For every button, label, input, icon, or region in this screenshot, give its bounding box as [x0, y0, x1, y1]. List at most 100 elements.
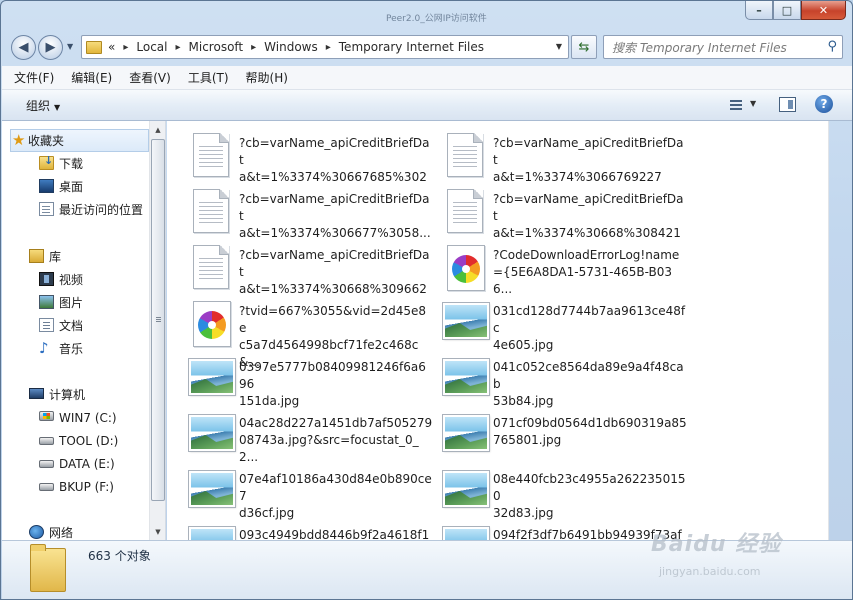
file-item[interactable]: 093c4949bdd8446b9f2a4618f14	[167, 513, 429, 540]
sidebar-item-videos[interactable]: 视频	[2, 268, 152, 291]
sidebar-item-drive-c[interactable]: WIN7 (C:)	[2, 406, 152, 429]
file-item[interactable]: ?tvid=667%3055&vid=2d45e8e c5a7d4564998b…	[167, 289, 426, 369]
breadcrumb-separator-icon[interactable]: ▸	[251, 42, 256, 53]
media-file-icon	[193, 301, 231, 347]
sidebar-item-label: WIN7 (C:)	[59, 410, 117, 425]
file-item[interactable]: 08e440fcb23c4955a2622350150 32d83.jpg	[421, 457, 685, 520]
refresh-button[interactable]: ⇆	[571, 35, 597, 59]
sidebar-item-pictures[interactable]: 图片	[2, 291, 152, 314]
breadcrumb-windows[interactable]: Windows	[264, 40, 318, 54]
organize-button[interactable]: 组织 ▼	[26, 97, 60, 114]
sidebar-item-label: 收藏夹	[28, 134, 65, 148]
breadcrumb-temporary-internet-files[interactable]: Temporary Internet Files	[339, 40, 484, 54]
drive-icon	[39, 460, 54, 468]
sidebar-item-recent-places[interactable]: 最近访问的位置	[2, 198, 152, 221]
sidebar-item-drive-f[interactable]: BKUP (F:)	[2, 475, 152, 498]
documents-icon	[39, 318, 54, 332]
arrow-right-icon: ▶	[45, 40, 56, 55]
file-item[interactable]: ?cb=varName_apiCreditBriefDat a&t=1%3374…	[421, 177, 684, 240]
breadcrumb-separator-icon[interactable]: ▸	[175, 42, 180, 53]
forward-button[interactable]: ▶	[38, 35, 63, 60]
scroll-up-icon[interactable]: ▲	[150, 121, 165, 138]
back-button[interactable]: ◀	[11, 35, 36, 60]
address-dropdown-icon[interactable]: ▼	[556, 42, 562, 51]
navigation-row: ◀ ▶ ▼ « ▸ Local ▸ Microsoft ▸ Windows ▸ …	[1, 31, 852, 63]
menu-tools[interactable]: 工具(T)	[188, 69, 229, 86]
breadcrumb-overflow[interactable]: «	[108, 40, 115, 54]
minimize-button[interactable]: –	[745, 1, 773, 20]
command-bar: 组织 ▼ ▼ ?	[2, 90, 852, 121]
library-icon	[29, 249, 44, 263]
file-item[interactable]: 07e4af10186a430d84e0b890ce7 d36cf.jpg	[167, 457, 432, 520]
favorites-group: ★ 收藏夹 下载 桌面 最近访问的位置	[2, 129, 152, 221]
menu-file[interactable]: 文件(F)	[14, 69, 54, 86]
breadcrumb-local[interactable]: Local	[136, 40, 167, 54]
image-file-icon	[442, 526, 490, 540]
file-item[interactable]: ?cb=varName_apiCreditBriefDat a&t=1%3374…	[167, 121, 430, 184]
scroll-down-icon[interactable]: ▼	[150, 523, 165, 540]
explorer-window: Peer2.0_公网IP访问软件 – □ ✕ ◀ ▶ ▼ « ▸ Local ▸…	[0, 0, 853, 600]
scrollbar-thumb[interactable]	[151, 139, 165, 501]
sidebar-item-label: 下载	[59, 157, 84, 171]
sidebar-item-label: 视频	[59, 273, 84, 287]
search-icon[interactable]: ⚲	[827, 39, 837, 54]
sidebar-item-label: BKUP (F:)	[59, 479, 114, 494]
breadcrumb-separator-icon[interactable]: ▸	[326, 42, 331, 53]
media-file-icon	[447, 245, 485, 291]
sidebar-item-computer[interactable]: 计算机	[2, 383, 152, 406]
image-file-icon	[442, 302, 490, 340]
recent-pages-dropdown-icon[interactable]: ▼	[67, 42, 73, 51]
sidebar-item-downloads[interactable]: 下载	[2, 152, 152, 175]
sidebar-item-label: 网络	[49, 526, 74, 540]
file-item[interactable]: 04ac28d227a1451db7af505279 08743a.jpg?&s…	[167, 401, 432, 464]
file-item[interactable]: ?CodeDownloadErrorLog!name ={5E6A8DA1-57…	[421, 233, 679, 296]
navigation-scrollbar[interactable]: ▲ ▼	[149, 121, 165, 540]
sidebar-item-label: 音乐	[59, 342, 84, 356]
sidebar-item-drive-d[interactable]: TOOL (D:)	[2, 429, 152, 452]
sidebar-item-drive-e[interactable]: DATA (E:)	[2, 452, 152, 475]
file-item[interactable]: 031cd128d7744b7aa9613ce48fc 4e605.jpg	[421, 289, 685, 352]
menu-view[interactable]: 查看(V)	[129, 69, 171, 86]
file-item[interactable]: ?cb=varName_apiCreditBriefDat a&t=1%3374…	[421, 121, 684, 184]
change-view-icon[interactable]	[724, 98, 742, 112]
address-bar[interactable]: « ▸ Local ▸ Microsoft ▸ Windows ▸ Tempor…	[81, 35, 569, 59]
file-list: ?cb=varName_apiCreditBriefDat a&t=1%3374…	[167, 121, 829, 540]
window-controls: – □ ✕	[745, 1, 846, 20]
menu-edit[interactable]: 编辑(E)	[71, 69, 112, 86]
image-file-icon	[188, 358, 236, 396]
breadcrumb-microsoft[interactable]: Microsoft	[189, 40, 244, 54]
sidebar-item-network[interactable]: 网络	[2, 521, 152, 540]
maximize-button[interactable]: □	[773, 1, 801, 20]
window-title: Peer2.0_公网IP访问软件	[386, 14, 487, 24]
chevron-down-icon: ▼	[54, 103, 61, 112]
help-icon[interactable]: ?	[815, 95, 833, 113]
file-item[interactable]: ?cb=varName_apiCreditBriefDat a&t=1%3374…	[167, 233, 430, 296]
sidebar-item-desktop[interactable]: 桌面	[2, 175, 152, 198]
sidebar-item-music[interactable]: ♪ 音乐	[2, 337, 152, 360]
breadcrumb-separator-icon[interactable]: ▸	[123, 42, 128, 53]
document-file-icon	[193, 245, 229, 289]
image-file-icon	[188, 470, 236, 508]
file-item[interactable]: 071cf09bd0564d1db690319a85 765801.jpg	[421, 401, 687, 455]
view-options-dropdown-icon[interactable]: ▼	[750, 99, 756, 108]
folder-icon	[86, 40, 102, 54]
file-item[interactable]: 094f2f3df7b6491bb94939f73af1	[421, 513, 682, 540]
sidebar-item-label: TOOL (D:)	[59, 433, 119, 448]
sidebar-item-label: 计算机	[49, 388, 86, 402]
file-item[interactable]: ?cb=varName_apiCreditBriefDat a&t=1%3374…	[167, 177, 431, 240]
watermark-url: jingyan.baidu.com	[659, 565, 761, 578]
sidebar-item-documents[interactable]: 文档	[2, 314, 152, 337]
preview-pane-icon[interactable]	[779, 97, 796, 112]
sidebar-item-label: DATA (E:)	[59, 456, 115, 471]
file-item[interactable]: 0397e5777b08409981246f6a696 151da.jpg	[167, 345, 426, 408]
title-bar[interactable]: Peer2.0_公网IP访问软件 – □ ✕	[1, 1, 852, 31]
arrow-left-icon: ◀	[18, 40, 29, 55]
sidebar-item-favorites[interactable]: ★ 收藏夹	[10, 129, 149, 152]
sidebar-item-libraries[interactable]: 库	[2, 245, 152, 268]
search-input[interactable]: 搜索 Temporary Internet Files ⚲	[603, 35, 843, 59]
file-item[interactable]: 041c052ce8564da89e9a4f48cab 53b84.jpg	[421, 345, 684, 408]
menu-help[interactable]: 帮助(H)	[246, 69, 288, 86]
content-scrollbar[interactable]: ▲ ▼	[828, 121, 829, 540]
download-folder-icon	[39, 154, 54, 170]
close-button[interactable]: ✕	[801, 1, 846, 20]
